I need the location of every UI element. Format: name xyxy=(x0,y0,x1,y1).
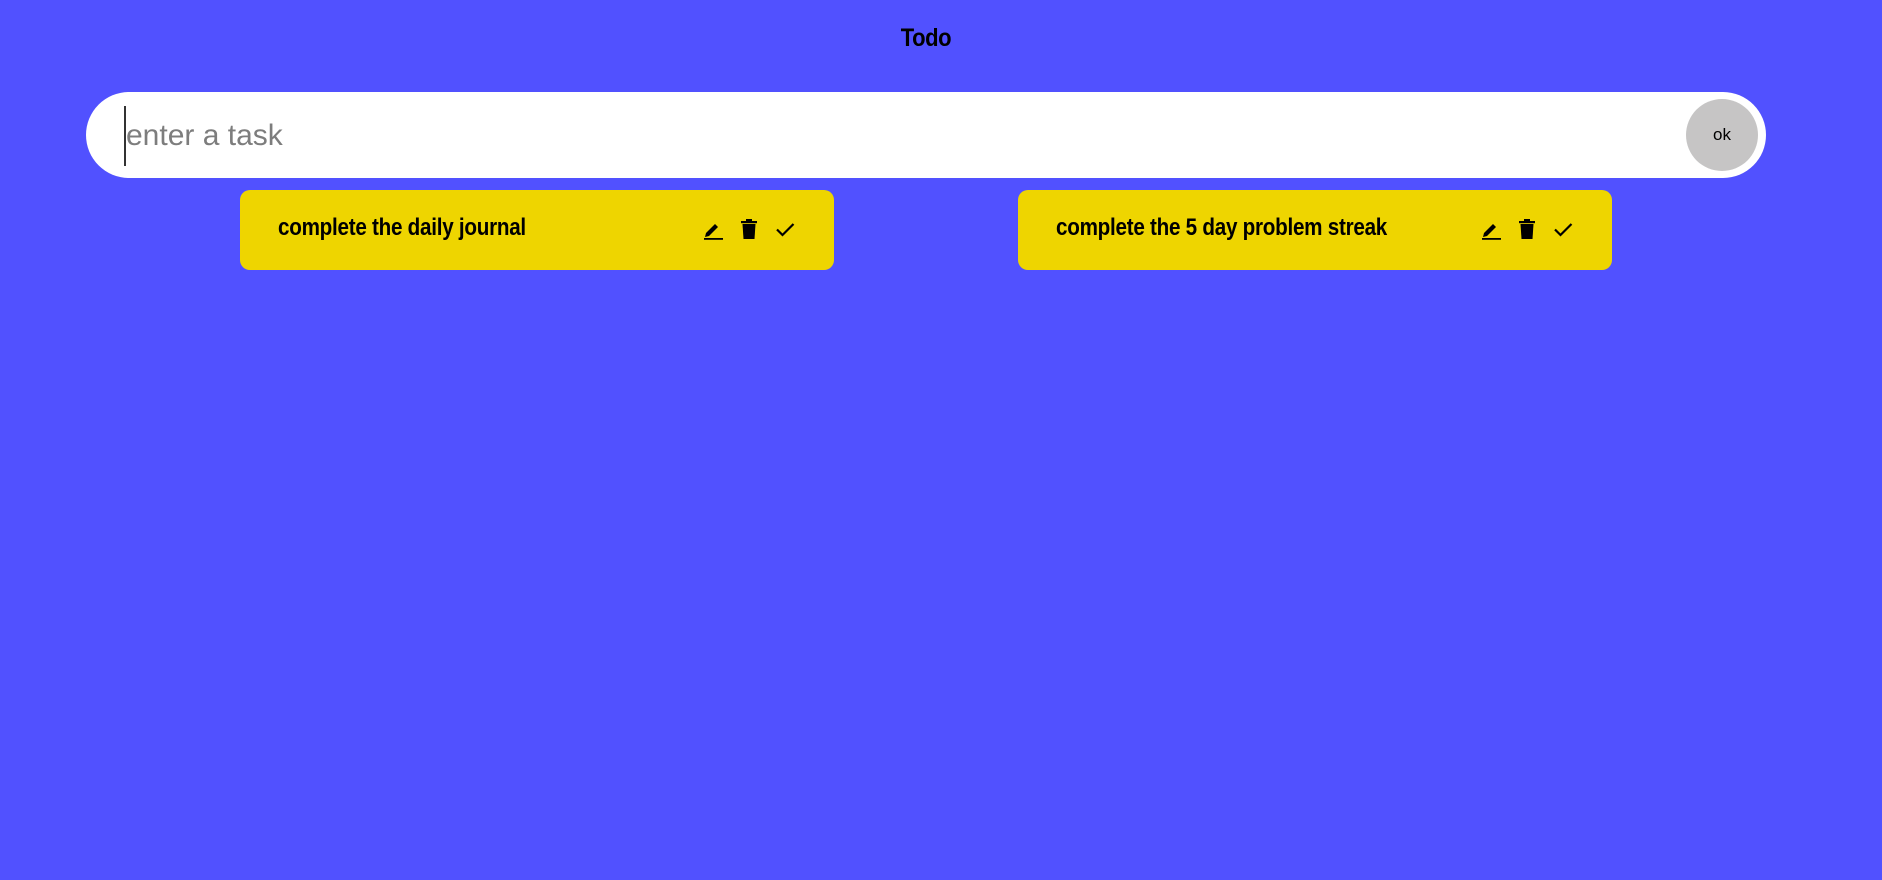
task-actions xyxy=(702,217,796,241)
edit-icon[interactable] xyxy=(702,217,724,241)
check-icon[interactable] xyxy=(774,217,796,241)
task-input[interactable] xyxy=(124,106,1628,166)
ok-button[interactable]: ok xyxy=(1686,99,1758,171)
task-text: complete the 5 day problem streak xyxy=(1056,214,1388,241)
page-title: Todo xyxy=(900,24,952,52)
edit-icon[interactable] xyxy=(1480,217,1502,241)
task-card: complete the 5 day problem streak xyxy=(1018,190,1612,270)
task-card: complete the daily journal xyxy=(240,190,834,270)
trash-icon[interactable] xyxy=(738,217,760,241)
task-input-bar: ok xyxy=(86,92,1766,178)
check-icon[interactable] xyxy=(1552,217,1574,241)
task-actions xyxy=(1480,217,1574,241)
task-text: complete the daily journal xyxy=(278,214,526,241)
trash-icon[interactable] xyxy=(1516,217,1538,241)
